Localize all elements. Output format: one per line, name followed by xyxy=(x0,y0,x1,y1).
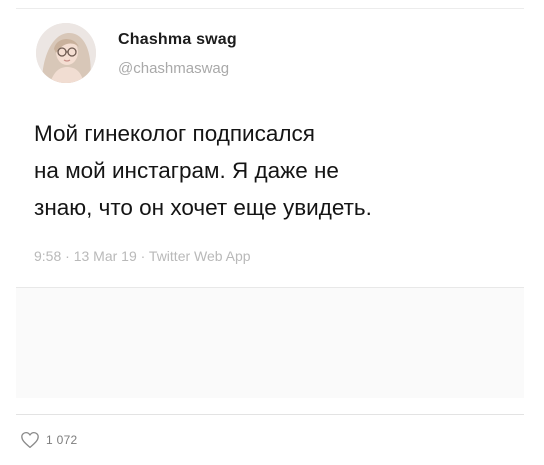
avatar[interactable] xyxy=(36,23,96,83)
user-handle[interactable]: @chashmaswag xyxy=(118,60,229,77)
divider xyxy=(16,414,524,415)
tweet-text-line: знаю, что он хочет еще увидеть. xyxy=(34,195,372,220)
like-row[interactable]: 1 072 xyxy=(20,430,78,450)
display-name[interactable]: Chashma swag xyxy=(118,31,237,49)
screenshot-page: Chashma swag @chashmaswag Мой гинеколог … xyxy=(0,0,544,465)
tweet-meta[interactable]: 9:58 · 13 Mar 19 · Twitter Web App xyxy=(34,248,251,264)
tweet-text: Мой гинеколог подписался на мой инстагра… xyxy=(34,115,514,226)
tweet-card-footer-area xyxy=(16,287,524,398)
tweet-text-line: на мой инстаграм. Я даже не xyxy=(34,158,339,183)
heart-outline-icon[interactable] xyxy=(20,431,40,449)
like-count: 1 072 xyxy=(46,433,78,447)
avatar-photo xyxy=(36,23,96,83)
tweet-text-line: Мой гинеколог подписался xyxy=(34,121,315,146)
